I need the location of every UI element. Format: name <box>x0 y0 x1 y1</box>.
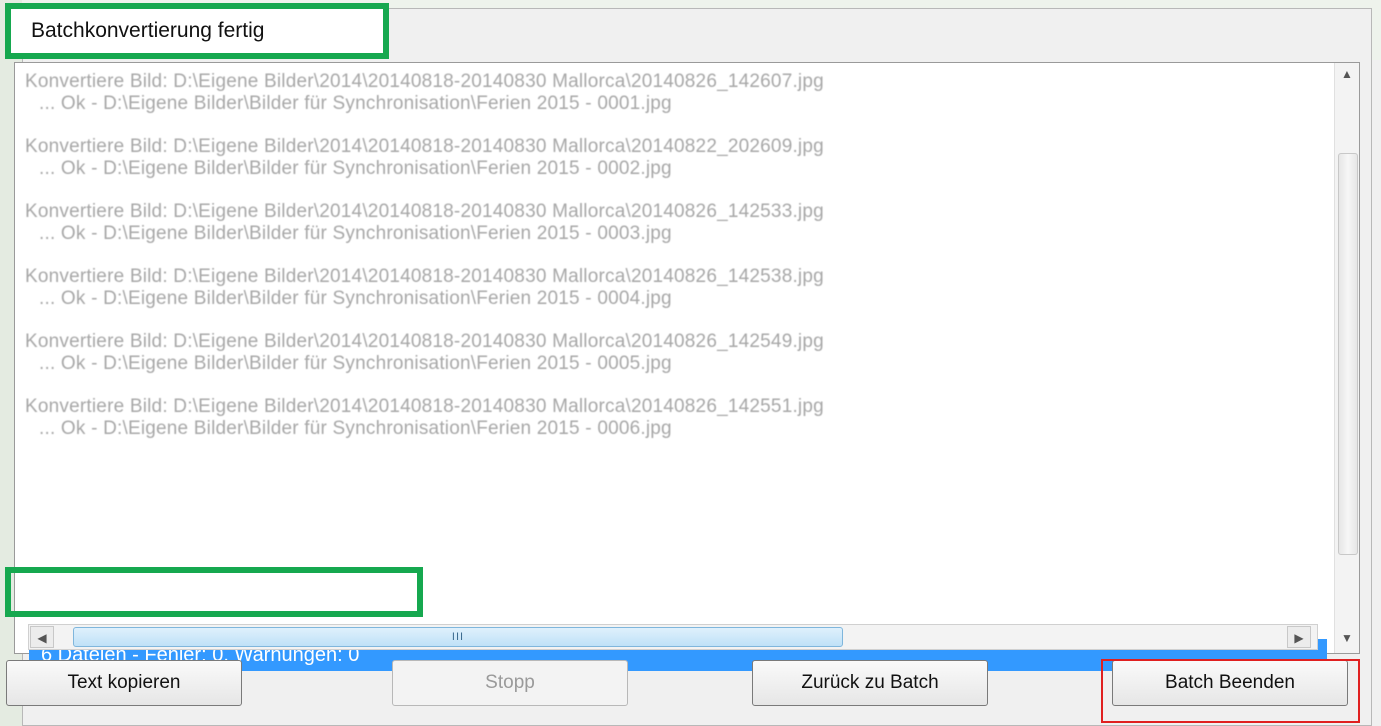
back-to-batch-button[interactable]: Zurück zu Batch <box>752 660 988 706</box>
horizontal-scrollbar[interactable]: ◀ III ▶ <box>28 624 1318 650</box>
log-line-convert: Konvertiere Bild: D:\Eigene Bilder\2014\… <box>25 201 824 222</box>
log-line-convert: Konvertiere Bild: D:\Eigene Bilder\2014\… <box>25 396 824 417</box>
log-entry: Konvertiere Bild: D:\Eigene Bilder\2014\… <box>25 331 1315 375</box>
log-line-convert: Konvertiere Bild: D:\Eigene Bilder\2014\… <box>25 71 824 92</box>
finish-batch-button[interactable]: Batch Beenden <box>1112 660 1348 706</box>
log-entry: Konvertiere Bild: D:\Eigene Bilder\2014\… <box>25 396 1315 440</box>
log-line-result: ... Ok - D:\Eigene Bilder\Bilder für Syn… <box>39 353 672 374</box>
log-line-convert: Konvertiere Bild: D:\Eigene Bilder\2014\… <box>25 136 824 157</box>
log-entry: Konvertiere Bild: D:\Eigene Bilder\2014\… <box>25 266 1315 310</box>
dialog-title: Batchkonvertierung fertig <box>5 3 389 59</box>
log-entry: Konvertiere Bild: D:\Eigene Bilder\2014\… <box>25 71 1315 115</box>
vertical-scroll-thumb[interactable] <box>1338 153 1358 555</box>
copy-text-button[interactable]: Text kopieren <box>6 660 242 706</box>
log-panel[interactable]: Konvertiere Bild: D:\Eigene Bilder\2014\… <box>14 62 1360 671</box>
scroll-left-icon[interactable]: ◀ <box>30 626 54 648</box>
log-line-result: ... Ok - D:\Eigene Bilder\Bilder für Syn… <box>39 223 672 244</box>
vertical-scrollbar[interactable]: ▲ ▼ <box>1334 63 1359 653</box>
log-line-convert: Konvertiere Bild: D:\Eigene Bilder\2014\… <box>25 331 824 352</box>
scroll-right-icon[interactable]: ▶ <box>1287 626 1311 648</box>
log-entry: Konvertiere Bild: D:\Eigene Bilder\2014\… <box>25 136 1315 180</box>
log-entry: Konvertiere Bild: D:\Eigene Bilder\2014\… <box>25 201 1315 245</box>
scroll-down-icon[interactable]: ▼ <box>1335 631 1359 645</box>
scroll-up-icon[interactable]: ▲ <box>1335 67 1359 81</box>
log-line-result: ... Ok - D:\Eigene Bilder\Bilder für Syn… <box>39 418 672 439</box>
log-line-convert: Konvertiere Bild: D:\Eigene Bilder\2014\… <box>25 266 824 287</box>
stop-button[interactable]: Stopp <box>392 660 628 706</box>
log-line-result: ... Ok - D:\Eigene Bilder\Bilder für Syn… <box>39 158 672 179</box>
horizontal-scroll-thumb[interactable]: III <box>73 627 843 647</box>
log-line-result: ... Ok - D:\Eigene Bilder\Bilder für Syn… <box>39 93 672 114</box>
log-line-result: ... Ok - D:\Eigene Bilder\Bilder für Syn… <box>39 288 672 309</box>
log-content: Konvertiere Bild: D:\Eigene Bilder\2014\… <box>25 71 1315 571</box>
